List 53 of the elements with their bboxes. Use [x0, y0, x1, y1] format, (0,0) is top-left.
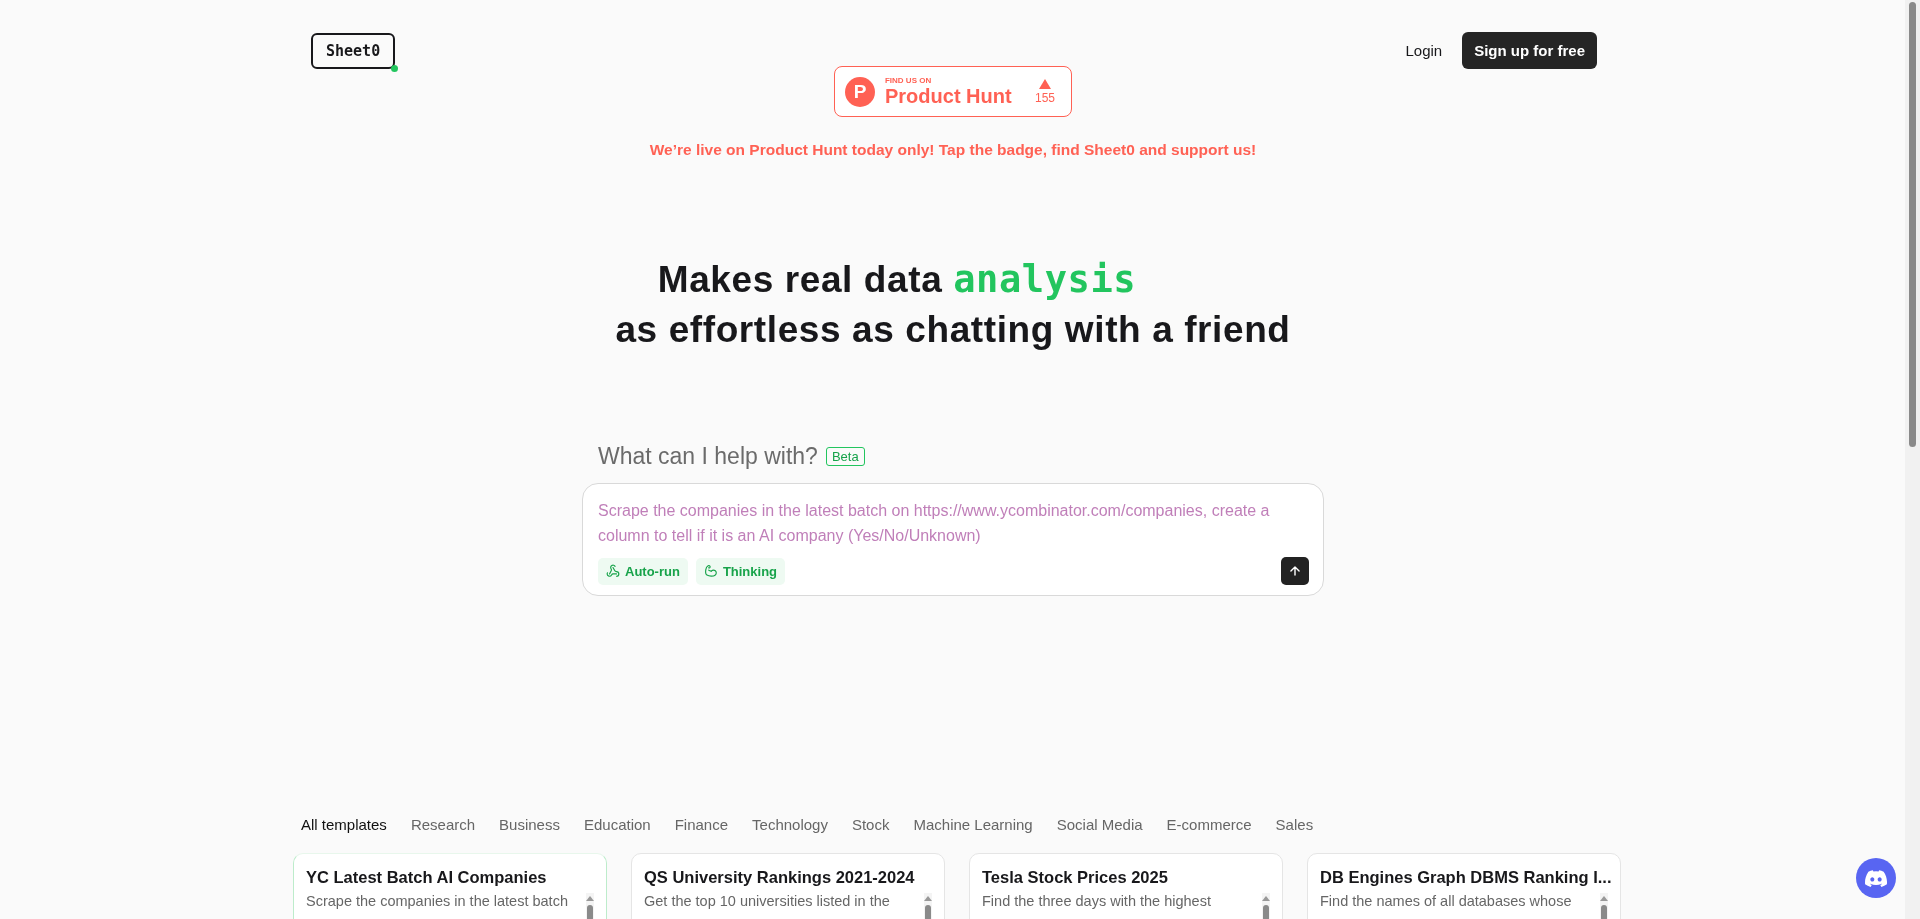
template-description: Find the three days with the highest [982, 893, 1212, 911]
announcement-text: We’re live on Product Hunt today only! Tap the badge, find Sheet0 and support us! [649, 141, 1257, 159]
template-title: Tesla Stock Prices 2025 [982, 868, 1169, 887]
arm-icon [703, 564, 718, 578]
category-tab[interactable]: Business [499, 816, 560, 833]
status-dot [391, 64, 399, 72]
template-title: YC Latest Batch AI Companies [306, 868, 548, 887]
chat-logo-icon [1865, 869, 1887, 887]
scrollbar[interactable] [1905, 0, 1920, 919]
category-tab[interactable]: Education [583, 816, 651, 833]
product-hunt-badge[interactable]: P FIND US ON Product Hunt 155 [834, 66, 1072, 117]
login-link[interactable]: Login [1405, 42, 1443, 59]
template-card[interactable]: DB Engines Graph DBMS Ranking I... Find the names of all databases whose [1307, 853, 1621, 919]
category-tab[interactable]: Finance [674, 816, 729, 833]
scrollbar[interactable] [1600, 893, 1608, 919]
category-tab[interactable]: Sales [1275, 816, 1314, 833]
send-button[interactable] [1281, 557, 1309, 585]
category-tab[interactable]: Machine Learning [913, 816, 1033, 833]
prompt-field[interactable]: Scrape the companies in the latest batch on https://www.ycombinator.com/companies, create a column to tell if it is an AI company (Yes/No/Unknown) Auto-run Thinking [582, 483, 1324, 596]
template-description: Find the names of all databases whose [1320, 893, 1573, 911]
upvote-count: 155 [1035, 90, 1055, 105]
template-description: Get the top 10 universities listed in the [644, 893, 891, 911]
scrollbar[interactable] [924, 893, 932, 919]
headline-text: as effortless as chatting with a friend [615, 308, 1291, 352]
category-tab[interactable]: Technology [752, 816, 828, 833]
option-chip[interactable]: Thinking [695, 557, 786, 585]
logo[interactable]: Sheet0 [311, 32, 396, 69]
arrow-up-icon [1288, 564, 1302, 578]
option-chip[interactable]: Auto-run [598, 557, 688, 585]
signup-button[interactable]: Sign up for free [1462, 32, 1597, 69]
category-tab[interactable]: E-commerce [1166, 816, 1252, 833]
prompt-heading: What can I help with? [598, 443, 818, 470]
template-card[interactable]: QS University Rankings 2021-2024 Get the top 10 universities listed in the [631, 853, 945, 919]
category-tab[interactable]: Social Media [1056, 816, 1143, 833]
upvote-icon [1039, 78, 1051, 89]
category-tab[interactable]: Stock [851, 816, 890, 833]
scrollbar[interactable] [1262, 893, 1270, 919]
discord-button[interactable] [1856, 858, 1896, 898]
scrollbar[interactable] [586, 893, 594, 919]
template-description: Scrape the companies in the latest batch [306, 893, 569, 911]
category-tab[interactable]: Research [410, 816, 476, 833]
webhook-icon [606, 564, 620, 578]
category-tab[interactable]: All templates [301, 816, 387, 833]
badge-eyebrow: FIND US ON [885, 76, 933, 85]
badge-title: Product Hunt [885, 85, 1013, 107]
headline-highlight: analysis [953, 258, 1137, 301]
headline-text: Makes real data [657, 259, 943, 300]
beta-badge: Beta [825, 447, 865, 466]
template-title: QS University Rankings 2021-2024 [644, 868, 916, 887]
template-title: DB Engines Graph DBMS Ranking I... [1320, 868, 1613, 887]
template-card[interactable]: Tesla Stock Prices 2025 Find the three days with the highest [969, 853, 1283, 919]
template-card[interactable]: YC Latest Batch AI Companies Scrape the companies in the latest batch [293, 853, 607, 919]
product-hunt-logo-icon: P [845, 76, 875, 107]
